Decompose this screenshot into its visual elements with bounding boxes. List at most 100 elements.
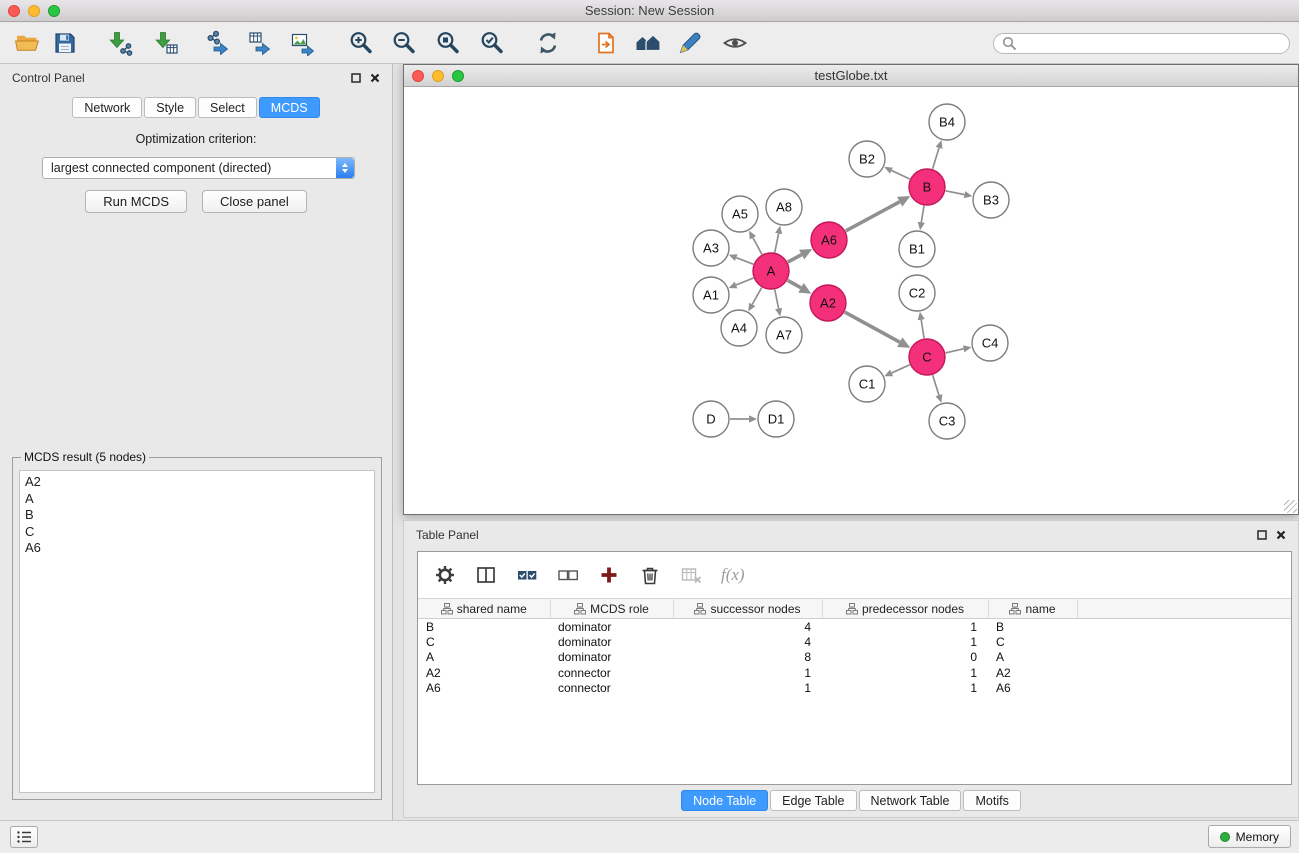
- graph-node-C[interactable]: C: [909, 339, 945, 375]
- apply-style-button[interactable]: [673, 26, 707, 60]
- table-cell[interactable]: C: [418, 634, 550, 650]
- network-zoom-button[interactable]: [452, 70, 464, 82]
- table-cell[interactable]: connector: [550, 665, 673, 681]
- mcds-result-list[interactable]: A2ABCA6: [19, 470, 375, 793]
- table-row[interactable]: A6connector11A6: [418, 681, 1291, 697]
- graph-edge-A-A7[interactable]: [775, 290, 782, 317]
- graph-edge-D-D1[interactable]: [730, 415, 757, 422]
- table-cell[interactable]: dominator: [550, 650, 673, 666]
- criterion-dropdown[interactable]: largest connected component (directed): [42, 157, 355, 179]
- toggle-view-button[interactable]: [718, 26, 752, 60]
- table-row[interactable]: Cdominator41C: [418, 634, 1291, 650]
- import-network-button[interactable]: [103, 26, 137, 60]
- table-cell[interactable]: 1: [822, 665, 988, 681]
- graph-node-B2[interactable]: B2: [849, 141, 885, 177]
- zoom-out-button[interactable]: [387, 26, 421, 60]
- table-cell[interactable]: 4: [673, 634, 822, 650]
- column-header-name[interactable]: name: [988, 599, 1077, 619]
- float-panel-icon[interactable]: [351, 73, 361, 83]
- graph-node-A8[interactable]: A8: [766, 189, 802, 225]
- table-row[interactable]: A2connector11A2: [418, 665, 1291, 681]
- table-cell[interactable]: 1: [822, 681, 988, 697]
- show-columns-button[interactable]: [473, 562, 499, 588]
- table-row[interactable]: Adominator80A: [418, 650, 1291, 666]
- graph-node-B4[interactable]: B4: [929, 104, 965, 140]
- export-table-button[interactable]: [243, 26, 277, 60]
- select-all-button[interactable]: [514, 562, 540, 588]
- graph-node-A6[interactable]: A6: [811, 222, 847, 258]
- graph-edge-B-B4[interactable]: [933, 140, 943, 169]
- table-row[interactable]: Bdominator41B: [418, 619, 1291, 635]
- close-panel-button[interactable]: Close panel: [202, 190, 307, 213]
- network-minimize-button[interactable]: [432, 70, 444, 82]
- table-cell[interactable]: B: [418, 619, 550, 635]
- table-cell[interactable]: dominator: [550, 634, 673, 650]
- delete-table-button[interactable]: [678, 562, 704, 588]
- graph-edge-A-A6[interactable]: [788, 249, 812, 262]
- graph-edge-A-A5[interactable]: [749, 231, 762, 255]
- search-input[interactable]: [1021, 35, 1281, 51]
- table-cell[interactable]: 1: [673, 681, 822, 697]
- graph-edge-C-C2[interactable]: [918, 312, 925, 338]
- graph-edge-A2-C[interactable]: [845, 312, 911, 348]
- network-close-button[interactable]: [412, 70, 424, 82]
- table-tab-network-table[interactable]: Network Table: [859, 790, 962, 811]
- graph-node-B1[interactable]: B1: [899, 231, 935, 267]
- control-tab-style[interactable]: Style: [144, 97, 196, 118]
- network-window[interactable]: testGlobe.txt B4B2BB3A8A5A6B1A3AC2A1A2A4…: [403, 64, 1299, 515]
- save-session-button[interactable]: [48, 26, 82, 60]
- column-header-shared-name[interactable]: shared name: [418, 599, 550, 619]
- mcds-result-item[interactable]: A6: [25, 540, 369, 557]
- table-settings-button[interactable]: [432, 562, 458, 588]
- graph-node-A7[interactable]: A7: [766, 317, 802, 353]
- snapshot-button[interactable]: [589, 26, 623, 60]
- graph-edge-A6-B[interactable]: [846, 196, 911, 231]
- export-image-button[interactable]: [286, 26, 320, 60]
- table-tab-edge-table[interactable]: Edge Table: [770, 790, 856, 811]
- table-cell[interactable]: B: [988, 619, 1077, 635]
- column-header-successor-nodes[interactable]: successor nodes: [673, 599, 822, 619]
- table-cell[interactable]: A: [988, 650, 1077, 666]
- network-window-titlebar[interactable]: testGlobe.txt: [404, 65, 1298, 87]
- function-builder-button[interactable]: f(x): [719, 562, 747, 588]
- memory-button[interactable]: Memory: [1208, 825, 1291, 848]
- table-cell[interactable]: A2: [418, 665, 550, 681]
- graph-edge-C-C3[interactable]: [933, 375, 943, 403]
- open-session-button[interactable]: [10, 26, 44, 60]
- graph-node-A[interactable]: A: [753, 253, 789, 289]
- float-table-panel-icon[interactable]: [1257, 530, 1267, 540]
- column-header-predecessor-nodes[interactable]: predecessor nodes: [822, 599, 988, 619]
- run-mcds-button[interactable]: Run MCDS: [85, 190, 187, 213]
- table-cell[interactable]: connector: [550, 681, 673, 697]
- table-tab-node-table[interactable]: Node Table: [681, 790, 768, 811]
- task-history-button[interactable]: [10, 826, 38, 848]
- table-cell[interactable]: 0: [822, 650, 988, 666]
- minimize-window-button[interactable]: [28, 5, 40, 17]
- zoom-fit-button[interactable]: [431, 26, 465, 60]
- table-cell[interactable]: 1: [673, 665, 822, 681]
- graph-edge-C-C4[interactable]: [946, 345, 972, 353]
- zoom-window-button[interactable]: [48, 5, 60, 17]
- mcds-result-item[interactable]: A2: [25, 474, 369, 491]
- control-tab-mcds[interactable]: MCDS: [259, 97, 320, 118]
- window-titlebar[interactable]: Session: New Session: [0, 0, 1299, 22]
- table-cell[interactable]: 1: [822, 634, 988, 650]
- network-canvas[interactable]: B4B2BB3A8A5A6B1A3AC2A1A2A4A7C4CC1C3DD1: [404, 88, 1298, 514]
- graph-node-B3[interactable]: B3: [973, 182, 1009, 218]
- close-table-panel-icon[interactable]: [1276, 530, 1286, 540]
- table-cell[interactable]: A6: [988, 681, 1077, 697]
- table-cell[interactable]: A2: [988, 665, 1077, 681]
- table-cell[interactable]: dominator: [550, 619, 673, 635]
- table-cell[interactable]: 4: [673, 619, 822, 635]
- column-header-MCDS-role[interactable]: MCDS role: [550, 599, 673, 619]
- import-table-button[interactable]: [149, 26, 183, 60]
- graph-edge-B-B3[interactable]: [946, 191, 973, 198]
- deselect-all-button[interactable]: [555, 562, 581, 588]
- add-column-button[interactable]: [596, 562, 622, 588]
- home-button[interactable]: [631, 26, 665, 60]
- delete-column-button[interactable]: [637, 562, 663, 588]
- graph-node-D1[interactable]: D1: [758, 401, 794, 437]
- graph-node-A4[interactable]: A4: [721, 310, 757, 346]
- mcds-result-item[interactable]: A: [25, 491, 369, 508]
- table-cell[interactable]: A6: [418, 681, 550, 697]
